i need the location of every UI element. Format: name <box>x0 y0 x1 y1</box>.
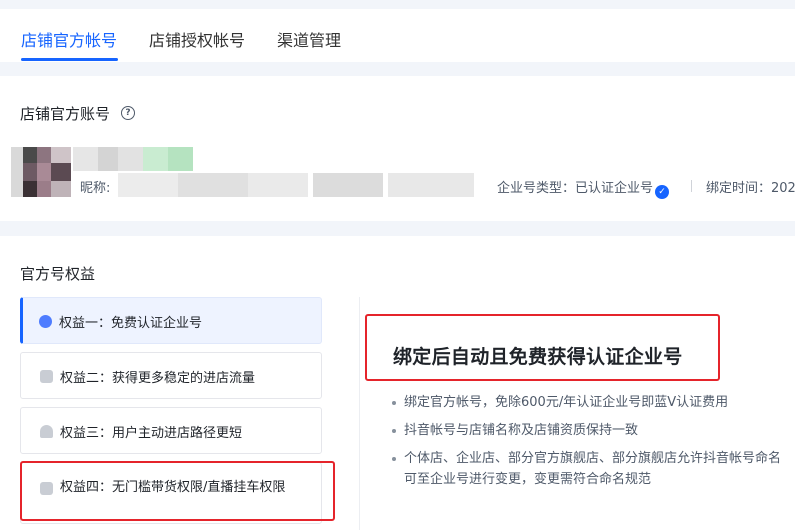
avatar <box>11 147 71 197</box>
top-band <box>0 0 795 9</box>
benefit-item-3[interactable]: 权益三：用户主动进店路径更短 <box>20 407 322 454</box>
benefit-detail-list: 绑定官方帐号，免除600元/年认证企业号即蓝V认证费用 抖音帐号与店铺名称及店铺… <box>390 392 790 497</box>
tab-bar: 店铺官方帐号 店铺授权帐号 渠道管理 <box>0 9 795 62</box>
benefit-item-2[interactable]: 权益二：获得更多稳定的进店流量 <box>20 352 322 399</box>
benefit-item-label: 权益三：用户主动进店路径更短 <box>60 426 243 441</box>
nickname-label: 昵称: <box>80 181 111 196</box>
benefit-item-1[interactable]: 权益一：免费认证企业号 <box>20 297 322 344</box>
benefit-detail-item: 绑定官方帐号，免除600元/年认证企业号即蓝V认证费用 <box>390 392 790 413</box>
shield-badge-icon <box>39 315 52 328</box>
tab-authorized-account[interactable]: 店铺授权帐号 <box>149 27 245 51</box>
shop-icon <box>40 370 53 383</box>
tab-channel-management[interactable]: 渠道管理 <box>277 27 341 51</box>
nickname-value-redacted <box>118 173 474 197</box>
official-account-title: 店铺官方账号 <box>20 105 111 123</box>
highlight-box-benefit-4 <box>20 461 335 521</box>
enterprise-type: 企业号类型：已认证企业号 ✓ <box>497 177 670 199</box>
highlight-box-headline <box>365 314 720 381</box>
column-divider <box>359 297 360 530</box>
active-tab-indicator <box>21 58 118 61</box>
user-icon <box>40 425 53 438</box>
help-icon[interactable]: ? <box>121 106 135 120</box>
benefit-detail-item: 个体店、企业店、部分官方旗舰店、部分旗舰店允许抖音帐号命名可至企业号进行变更，变… <box>390 448 790 490</box>
verified-check-icon: ✓ <box>655 185 670 199</box>
account-name-redacted <box>73 147 193 171</box>
benefits-title: 官方号权益 <box>20 265 96 283</box>
tab-official-account[interactable]: 店铺官方帐号 <box>21 27 117 51</box>
meta-divider <box>691 180 692 192</box>
bind-time: 绑定时间：202 <box>706 181 795 196</box>
benefit-item-label: 权益一：免费认证企业号 <box>59 316 203 331</box>
enterprise-type-value: 已认证企业号 <box>575 181 654 196</box>
benefit-item-label: 权益二：获得更多稳定的进店流量 <box>60 371 256 386</box>
benefit-detail-item: 抖音帐号与店铺名称及店铺资质保持一致 <box>390 420 790 441</box>
enterprise-type-label: 企业号类型： <box>497 181 576 196</box>
